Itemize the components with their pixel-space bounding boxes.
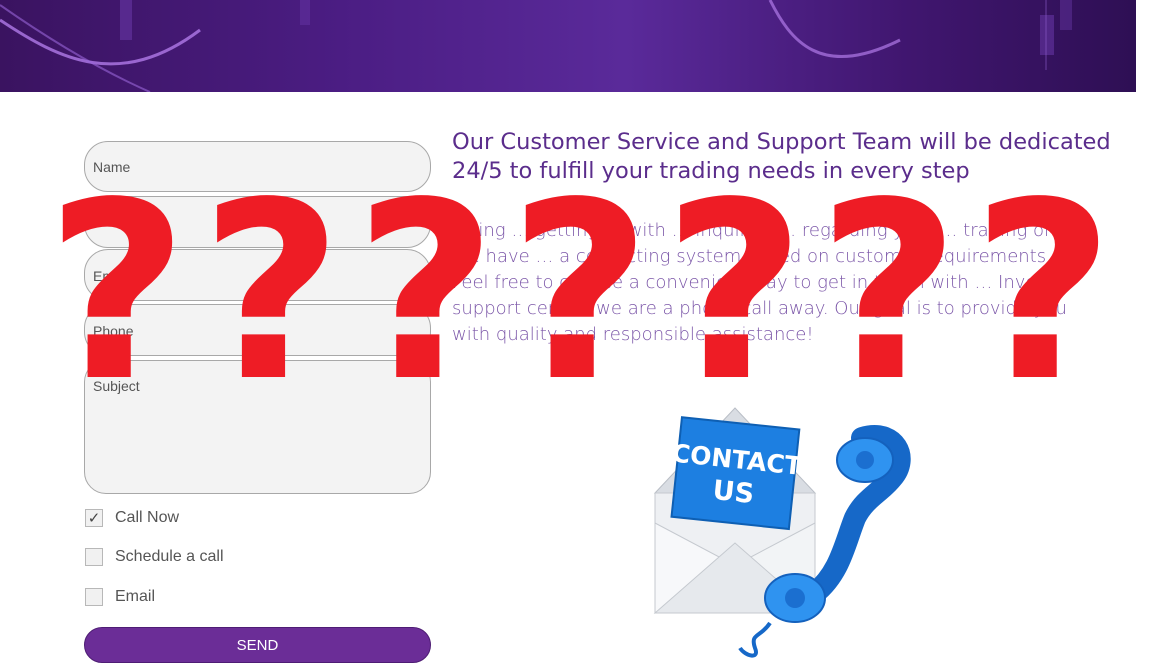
contact-page: Name Email Phone Subject ✓ Call Now Sche… xyxy=(0,0,1161,666)
banner-chart-graphic xyxy=(0,0,1072,92)
subject-placeholder: Subject xyxy=(93,378,140,394)
option-email[interactable]: Email xyxy=(85,587,155,607)
email-placeholder: Email xyxy=(93,268,129,284)
header-banner xyxy=(0,0,1136,92)
name-placeholder: Name xyxy=(93,159,131,175)
phone-placeholder: Phone xyxy=(93,323,134,339)
schedule-call-label: Schedule a call xyxy=(115,548,224,565)
email-option-label: Email xyxy=(115,588,156,605)
contact-us-illustration: CONTACT US xyxy=(653,407,911,658)
email-checkbox[interactable] xyxy=(85,588,103,606)
name-field[interactable]: Name xyxy=(84,141,431,192)
option-call-now[interactable]: ✓ Call Now xyxy=(85,508,179,528)
extra-field[interactable] xyxy=(84,196,431,248)
phone-field[interactable]: Phone xyxy=(84,304,431,356)
call-now-checkbox[interactable]: ✓ xyxy=(85,509,103,527)
us-text: US xyxy=(711,475,755,510)
checkmark-icon: ✓ xyxy=(87,509,101,527)
subject-textarea[interactable]: Subject xyxy=(84,360,431,494)
support-headline: Our Customer Service and Support Team wi… xyxy=(452,129,1111,184)
email-field[interactable]: Email xyxy=(84,249,431,301)
send-button[interactable]: SEND xyxy=(84,627,431,663)
support-description: Trying … getting … with … inquiries … re… xyxy=(452,220,1091,345)
schedule-call-checkbox[interactable] xyxy=(85,548,103,566)
call-now-label: Call Now xyxy=(115,509,180,526)
option-schedule-call[interactable]: Schedule a call xyxy=(85,547,224,567)
